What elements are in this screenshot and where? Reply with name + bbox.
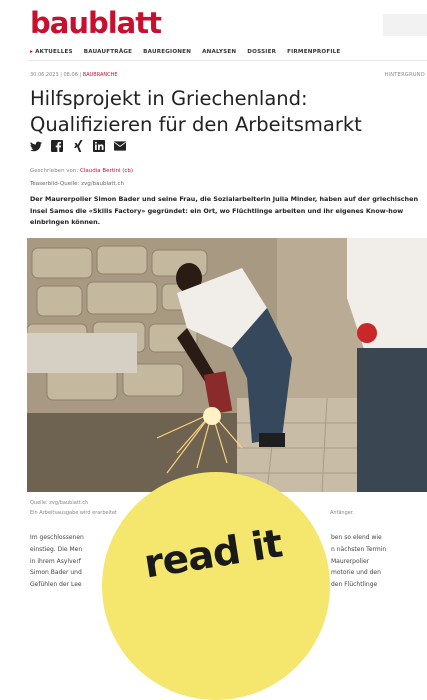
article-body-right: ben so elend wie n nächsten Termin Maure… — [331, 532, 426, 591]
nav-item-aktuelles[interactable]: ▸ AKTUELLES — [30, 49, 73, 55]
nav-item-bauregionen[interactable]: BAUREGIONEN — [143, 49, 191, 55]
article-meta: 30.06.2023 | 08:06 | BAUBRANCHE — [30, 72, 118, 78]
article-category-link[interactable]: BAUBRANCHE — [83, 72, 118, 78]
body-line: ben so elend wie — [331, 534, 382, 541]
header-search-area[interactable] — [383, 14, 427, 36]
body-line: n nächsten Termin — [331, 545, 387, 553]
linkedin-icon[interactable] — [93, 140, 105, 152]
body-line: den Flüchtlinge — [331, 581, 378, 589]
share-bar — [30, 140, 126, 152]
author-link[interactable]: Claudia Bertini (cb) — [80, 168, 133, 174]
photo-caption-text: Ein Arbeitsausgabe wird erarbeitet — [30, 510, 117, 516]
article-date: 30.06.2023 | 08:06 | — [30, 72, 82, 78]
photo-workers-grinding — [27, 238, 427, 492]
article-title: Hilfsprojekt in Griechenland: Qualifizie… — [30, 87, 362, 136]
body-line: Maurerpolier — [331, 557, 370, 565]
article-tag: HINTERGRUND — [384, 72, 425, 78]
image-credit: Teaserbild-Quelle: zvg/baublatt.ch — [30, 181, 124, 187]
photo-caption-tail: Anfänger. — [330, 510, 355, 516]
main-nav: ▸ AKTUELLES BAUAUFTRÄGE BAUREGIONEN ANAL… — [30, 49, 340, 55]
xing-icon[interactable] — [72, 140, 84, 152]
mail-icon[interactable] — [114, 140, 126, 152]
body-line: motorie und den — [331, 569, 381, 577]
article-photo[interactable] — [27, 238, 427, 492]
twitter-icon[interactable] — [30, 140, 42, 152]
facebook-icon[interactable] — [51, 140, 63, 152]
nav-divider — [28, 60, 427, 61]
nav-item-firmenprofile[interactable]: FIRMENPROFILE — [287, 49, 340, 55]
site-logo[interactable]: baublatt — [30, 6, 162, 40]
photo-source: Quelle: zvg/baublatt.ch — [30, 500, 89, 506]
byline-prefix: Geschrieben von: — [30, 168, 79, 174]
nav-item-analysen[interactable]: ANALYSEN — [202, 49, 236, 55]
article-byline: Geschrieben von: Claudia Bertini (cb) — [30, 168, 133, 174]
nav-item-bauauftraege[interactable]: BAUAUFTRÄGE — [84, 49, 132, 55]
nav-item-dossier[interactable]: DOSSIER — [247, 49, 276, 55]
body-line: Im geschlossenen — [30, 534, 84, 541]
article-lead: Der Maurerpolier Simon Bader und seine F… — [30, 195, 418, 226]
